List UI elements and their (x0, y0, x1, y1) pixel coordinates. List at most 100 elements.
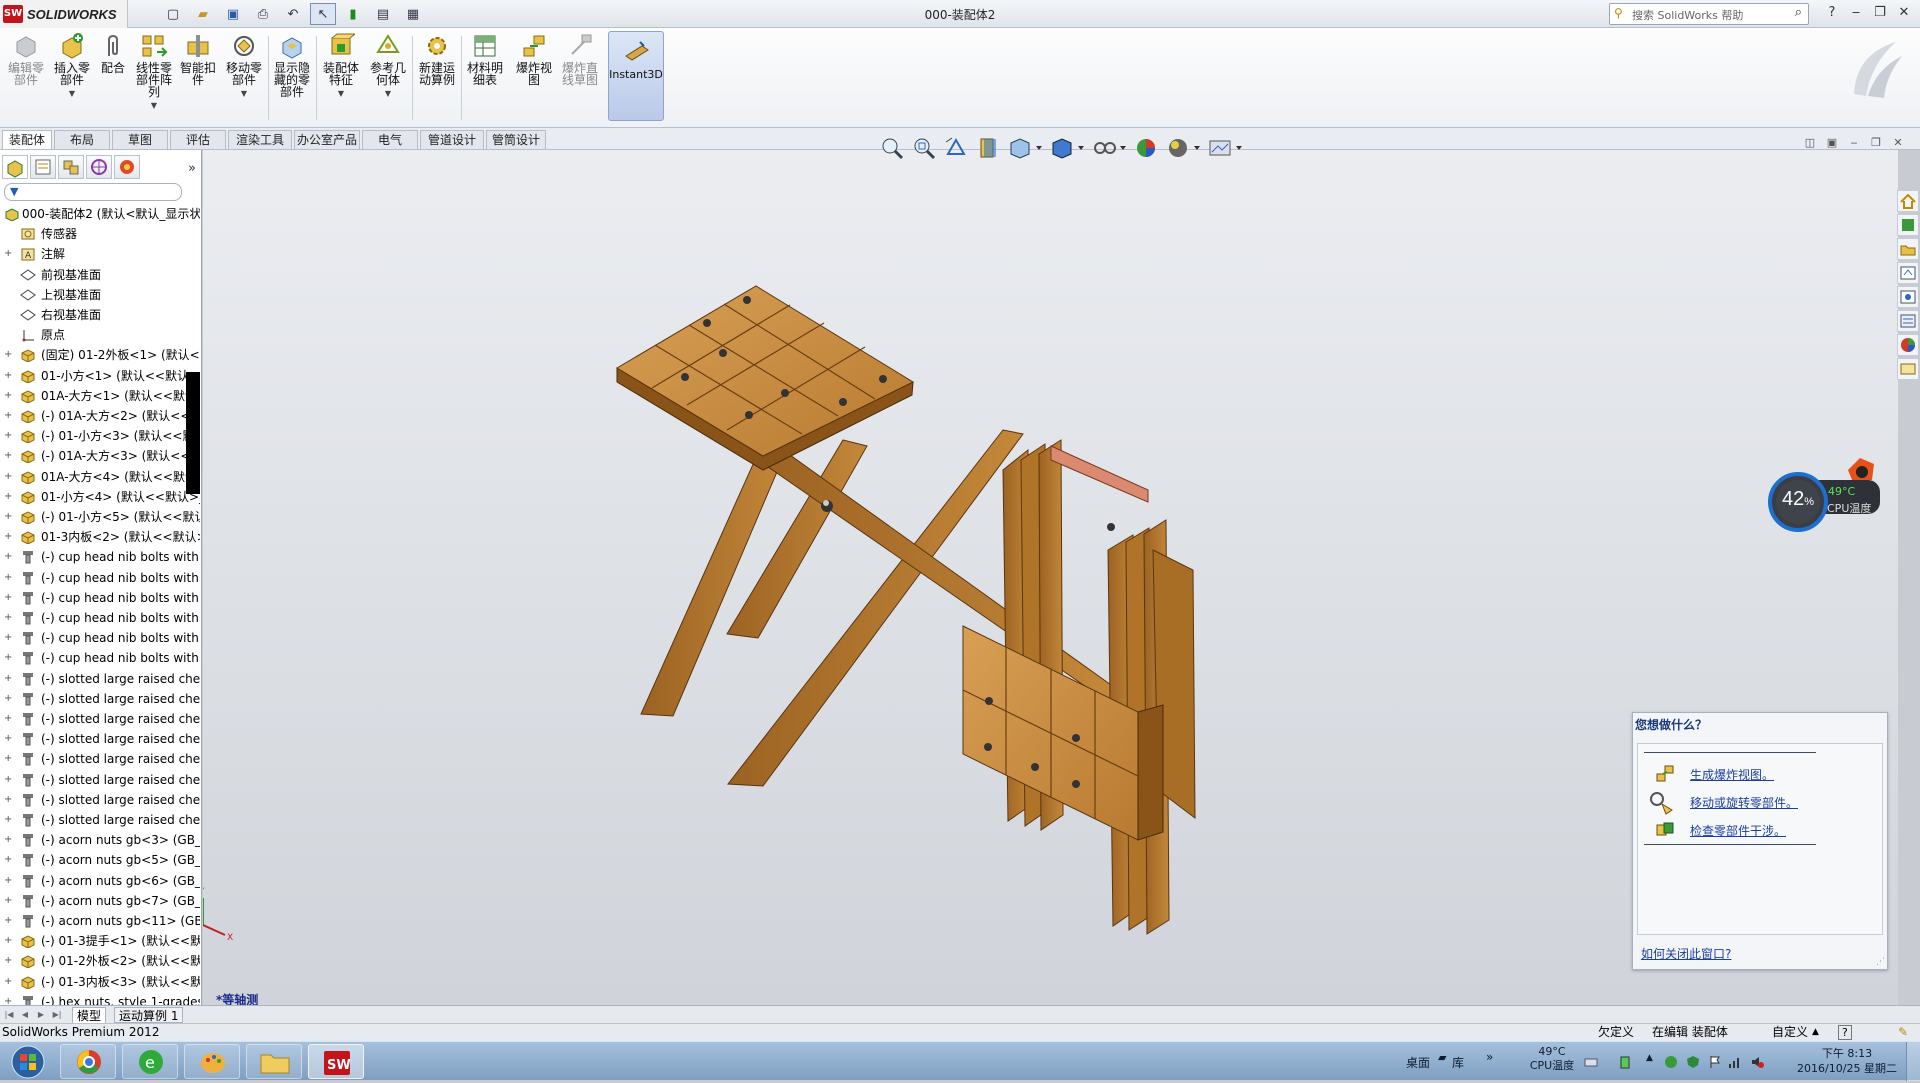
viewport-restore-button[interactable]: ❐ (1868, 136, 1884, 152)
tree-node[interactable]: + A 注解 (0, 244, 200, 264)
expand-panel-icon[interactable]: » (188, 161, 196, 176)
tree-node[interactable]: + (-) acorn nuts gb<11> (GB_ (0, 911, 200, 931)
expand-toggle-icon[interactable]: + (4, 891, 14, 911)
expand-toggle-icon[interactable]: + (4, 709, 14, 729)
edit-appearance-icon[interactable] (1132, 134, 1160, 162)
expand-toggle-icon[interactable]: + (4, 366, 14, 386)
solidworks-resources-icon[interactable] (1897, 190, 1919, 212)
tree-root-assembly[interactable]: 000-装配体2 (默认<默认_显示状 (0, 204, 200, 224)
search-icon[interactable]: ⌕ (1795, 5, 1802, 20)
edit-component-button[interactable]: 编辑零 部件 (4, 32, 48, 124)
tray-360-icon[interactable] (1664, 1055, 1678, 1069)
tray-desktop-label[interactable]: 桌面 (1406, 1054, 1430, 1071)
zoom-to-fit-icon[interactable] (878, 134, 906, 162)
reference-geometry-dropdown[interactable]: ▼ (366, 88, 410, 100)
display-style-icon[interactable] (1048, 134, 1086, 162)
expand-toggle-icon[interactable]: + (4, 790, 14, 810)
forum-icon[interactable] (1897, 358, 1919, 380)
tab-evaluate[interactable]: 评估 (170, 130, 226, 149)
expand-toggle-icon[interactable]: + (4, 972, 14, 992)
tree-node[interactable]: +01-小方<4> (默认<<默认>_ (0, 487, 200, 507)
tree-node[interactable]: + (-) 01-3提手<1> (默认<<默认 (0, 931, 200, 951)
tree-node[interactable]: + (-) 01-小方<3> (默认<<默认 (0, 426, 200, 446)
featuremanager-tab[interactable] (2, 155, 28, 179)
expand-toggle-icon[interactable]: + (4, 951, 14, 971)
custom-properties-icon[interactable] (1897, 310, 1919, 332)
linear-pattern-dropdown[interactable]: ▼ (132, 100, 176, 112)
tree-node[interactable]: + (-) slotted large raised chee (0, 729, 200, 749)
tab-render-tools[interactable]: 渲染工具 (228, 130, 292, 149)
expand-toggle-icon[interactable]: + (4, 648, 14, 668)
battery-icon[interactable] (1618, 1055, 1632, 1069)
tree-node[interactable]: + (-) cup head nib bolts with (0, 648, 200, 668)
system-clock[interactable]: 下午 8:13 2016/10/25 星期二 (1792, 1046, 1902, 1076)
units-dropdown-icon[interactable]: ▲ (1812, 1024, 1819, 1041)
tree-node[interactable]: + (-) cup head nib bolts with (0, 568, 200, 588)
expand-toggle-icon[interactable]: + (4, 568, 14, 588)
tree-node[interactable]: + (-) acorn nuts gb<5> (GB_S (0, 850, 200, 870)
status-help-icon[interactable]: ? (1838, 1025, 1852, 1040)
explode-line-sketch-button[interactable]: 爆炸直 线草图 (558, 32, 602, 124)
tree-node[interactable]: + (-) cup head nib bolts with (0, 588, 200, 608)
expand-toggle-icon[interactable]: + (4, 426, 14, 446)
tree-node[interactable]: + (-) slotted large raised chee (0, 689, 200, 709)
show-desktop-button[interactable] (1906, 1042, 1920, 1081)
create-exploded-view-link[interactable]: 生成爆炸视图。 (1690, 766, 1774, 783)
tree-node[interactable]: +01A-大方<4> (默认<<默认> (0, 467, 200, 487)
view-settings-icon[interactable] (1206, 134, 1244, 162)
section-view-icon[interactable] (974, 134, 1002, 162)
units-custom[interactable]: 自定义 (1772, 1024, 1808, 1041)
tab-assembly[interactable]: 装配体 (2, 130, 52, 149)
expand-toggle-icon[interactable]: + (4, 487, 14, 507)
viewport-close-button[interactable]: ✕ (1890, 136, 1906, 152)
rebuild-icon[interactable]: ▮ (340, 3, 366, 25)
expand-toggle-icon[interactable]: + (4, 345, 14, 365)
mate-button[interactable]: 配合 (96, 32, 130, 124)
tree-node[interactable]: + (固定) 01-2外板<1> (默认<< (0, 345, 200, 365)
last-tab-button[interactable]: ▶| (50, 1008, 64, 1021)
viewport-tile-icon[interactable]: ▣ (1824, 136, 1840, 152)
solidworks-logo[interactable]: SW SOLIDWORKS (0, 0, 128, 28)
prev-tab-button[interactable]: ◀ (18, 1008, 32, 1021)
tab-electrical[interactable]: 电气 (362, 130, 418, 149)
tray-toolbar-chevron[interactable]: » (1486, 1050, 1493, 1064)
tree-node[interactable]: + (-) cup head nib bolts with (0, 628, 200, 648)
move-rotate-component-link[interactable]: 移动或旋转零部件。 (1690, 794, 1798, 811)
configurationmanager-tab[interactable] (58, 155, 84, 179)
tree-node[interactable]: + (-) acorn nuts gb<7> (GB_S (0, 891, 200, 911)
volume-muted-icon[interactable] (1750, 1055, 1764, 1069)
new-document-icon[interactable]: ▢ (160, 3, 186, 25)
popup-resize-grip[interactable]: ⋰ (1876, 957, 1885, 967)
tree-node[interactable]: 前视基准面 (0, 265, 200, 285)
new-motion-study-button[interactable]: 新建运 动算例 (416, 32, 458, 124)
tree-node[interactable]: + (-) cup head nib bolts with (0, 547, 200, 567)
viewport-split-icon[interactable]: ◫ (1802, 136, 1818, 152)
expand-toggle-icon[interactable]: + (4, 386, 14, 406)
expand-toggle-icon[interactable]: + (4, 830, 14, 850)
tab-tubing[interactable]: 管筒设计 (486, 130, 546, 149)
previous-view-icon[interactable] (942, 134, 970, 162)
tree-node[interactable]: + (-) slotted large raised chee (0, 709, 200, 729)
expand-toggle-icon[interactable]: + (4, 406, 14, 426)
expand-toggle-icon[interactable]: + (4, 547, 14, 567)
expand-toggle-icon[interactable]: + (4, 608, 14, 628)
expand-toggle-icon[interactable]: + (4, 446, 14, 466)
tree-node[interactable]: + (-) slotted large raised chee (0, 770, 200, 790)
tree-node[interactable]: 传感器 (0, 224, 200, 244)
reference-geometry-button[interactable]: 参考几 何体 ▼ (366, 32, 410, 124)
displaymanager-tab[interactable] (114, 155, 140, 179)
tree-node[interactable]: + (-) acorn nuts gb<3> (GB_S (0, 830, 200, 850)
expand-toggle-icon[interactable]: + (4, 850, 14, 870)
propertymanager-tab[interactable] (30, 155, 56, 179)
show-hidden-components-button[interactable]: 显示隐 藏的零 部件 (272, 32, 312, 124)
expand-toggle-icon[interactable]: + (4, 931, 14, 951)
exploded-view-button[interactable]: 爆炸视 图 (512, 32, 556, 124)
tree-node[interactable]: + (-) 01A-大方<3> (默认<<默认 (0, 446, 200, 466)
view-orientation-icon[interactable] (1006, 134, 1044, 162)
tree-node[interactable]: + (-) 01A-大方<2> (默认<<默认 (0, 406, 200, 426)
next-tab-button[interactable]: ▶ (34, 1008, 48, 1021)
tree-node[interactable]: 原点 (0, 325, 200, 345)
expand-toggle-icon[interactable]: + (4, 628, 14, 648)
taskbar-paint-app[interactable] (184, 1044, 240, 1079)
taskbar-browser-app[interactable]: e (122, 1044, 178, 1079)
